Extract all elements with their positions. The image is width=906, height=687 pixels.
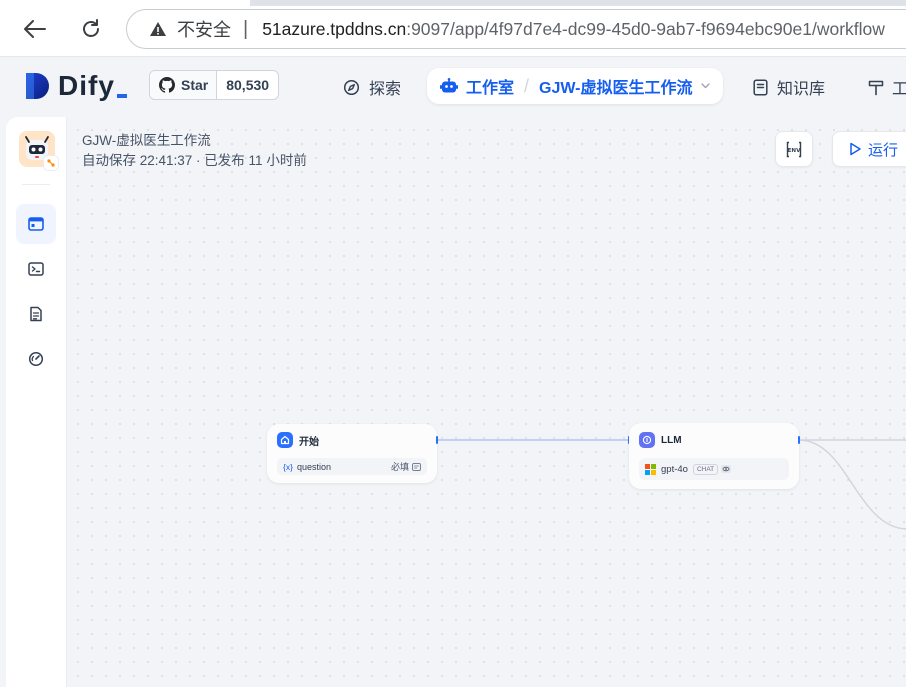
vision-icon [721,465,732,473]
llm-icon [639,432,655,448]
model-name: gpt-4o [661,463,688,475]
sidebar-item-monitoring[interactable] [16,339,56,379]
app-avatar[interactable] [19,131,59,171]
workflow-edges [437,439,906,530]
chevron-down-icon[interactable] [700,83,710,89]
logo-text: Dify [58,70,115,101]
reload-icon [83,19,99,37]
openai-model-icon [645,463,656,475]
workflow-canvas[interactable]: GJW-虚拟医生工作流 自动保存 22:41:37 · 已发布 11 小时前 E… [67,117,906,687]
github-icon [159,77,175,93]
variable-name: question [296,461,331,472]
start-variable-row[interactable]: {x} question 必填 [277,458,427,475]
monitoring-icon [28,351,44,367]
back-button[interactable] [22,17,48,41]
run-button[interactable]: 运行 [832,131,906,167]
start-node-title: 开始 [299,436,319,448]
dify-logo[interactable]: Dify [24,70,127,102]
workflow-badge-icon [43,155,59,171]
nav-explore-label: 探索 [369,81,402,98]
nav-tools[interactable]: 工 [868,75,906,99]
nav-knowledge[interactable]: 知识库 [753,75,825,99]
nav-explore[interactable]: 探索 [343,75,401,99]
sidebar-item-api[interactable] [16,249,56,289]
reload-button[interactable] [78,16,104,42]
edge-llm-branch [798,439,906,530]
arrow-left-icon [24,20,46,38]
current-app-name[interactable]: GJW-虚拟医生工作流 [539,74,692,98]
nav-tools-label: 工 [892,81,906,98]
sidebar-item-logs[interactable] [16,294,56,334]
top-navigation: Dify Star 80,530 探索 工作室 / GJW-虚拟医生工作流 知识… [0,57,906,115]
env-button[interactable]: ENV [775,131,813,167]
warning-icon [149,21,167,37]
nav-studio-breadcrumb[interactable]: 工作室 / GJW-虚拟医生工作流 [427,68,723,104]
sidebar-item-orchestrate[interactable] [16,204,56,244]
dify-app: Dify Star 80,530 探索 工作室 / GJW-虚拟医生工作流 知识… [0,57,906,687]
book-icon [753,78,768,96]
logo-underscore [116,94,127,98]
compass-icon [343,79,360,95]
terminal-icon [28,262,44,276]
home-icon [277,432,293,448]
browser-toolbar: 不安全 | 51azure.tpddns.cn :9097/app/4f97d7… [0,0,906,57]
play-icon [850,142,861,156]
llm-node-title: LLM [661,434,682,446]
url-path: :9097/app/4f97d7e4-dc99-45d0-9ab7-f9694e… [406,18,885,39]
nav-knowledge-label: 知识库 [777,81,826,98]
logs-icon [30,306,42,322]
workflow-orchestrate-icon [28,217,44,231]
github-star-button[interactable]: Star 80,530 [149,70,280,100]
llm-model-row[interactable]: gpt-4o CHAT [639,458,789,480]
workflow-title: GJW-虚拟医生工作流 [82,133,211,148]
text-input-icon [412,462,421,471]
start-node-source-handle[interactable] [436,436,438,444]
robot-icon [440,77,458,92]
run-label: 运行 [868,141,899,159]
app-sidebar [6,117,67,687]
github-star-label: Star [181,77,209,93]
nav-studio-label[interactable]: 工作室 [466,74,514,98]
browser-tab-strip [0,0,906,6]
llm-node-source-handle[interactable] [798,436,800,444]
start-node[interactable]: 开始 {x} question 必填 [267,424,437,483]
llm-node[interactable]: LLM gpt-4o CHAT [629,423,799,489]
address-bar[interactable]: 不安全 | 51azure.tpddns.cn :9097/app/4f97d7… [126,9,906,49]
dify-logo-icon [26,73,49,99]
url-host: 51azure.tpddns.cn [262,18,407,39]
variable-icon: {x} [283,461,293,472]
model-mode-badge: CHAT [692,463,719,475]
env-icon: ENV [786,141,802,157]
insecure-label[interactable]: 不安全 [177,16,231,42]
required-label: 必填 [390,462,409,472]
url-separator: | [243,17,249,40]
sidebar-divider [22,184,50,185]
github-star-left[interactable]: Star [150,71,218,99]
svg-text:ENV: ENV [788,148,802,154]
breadcrumb-separator: / [524,75,530,96]
hammer-icon [868,80,884,95]
autosave-status: 自动保存 22:41:37 · 已发布 11 小时前 [82,153,307,168]
github-star-count[interactable]: 80,530 [217,71,278,99]
